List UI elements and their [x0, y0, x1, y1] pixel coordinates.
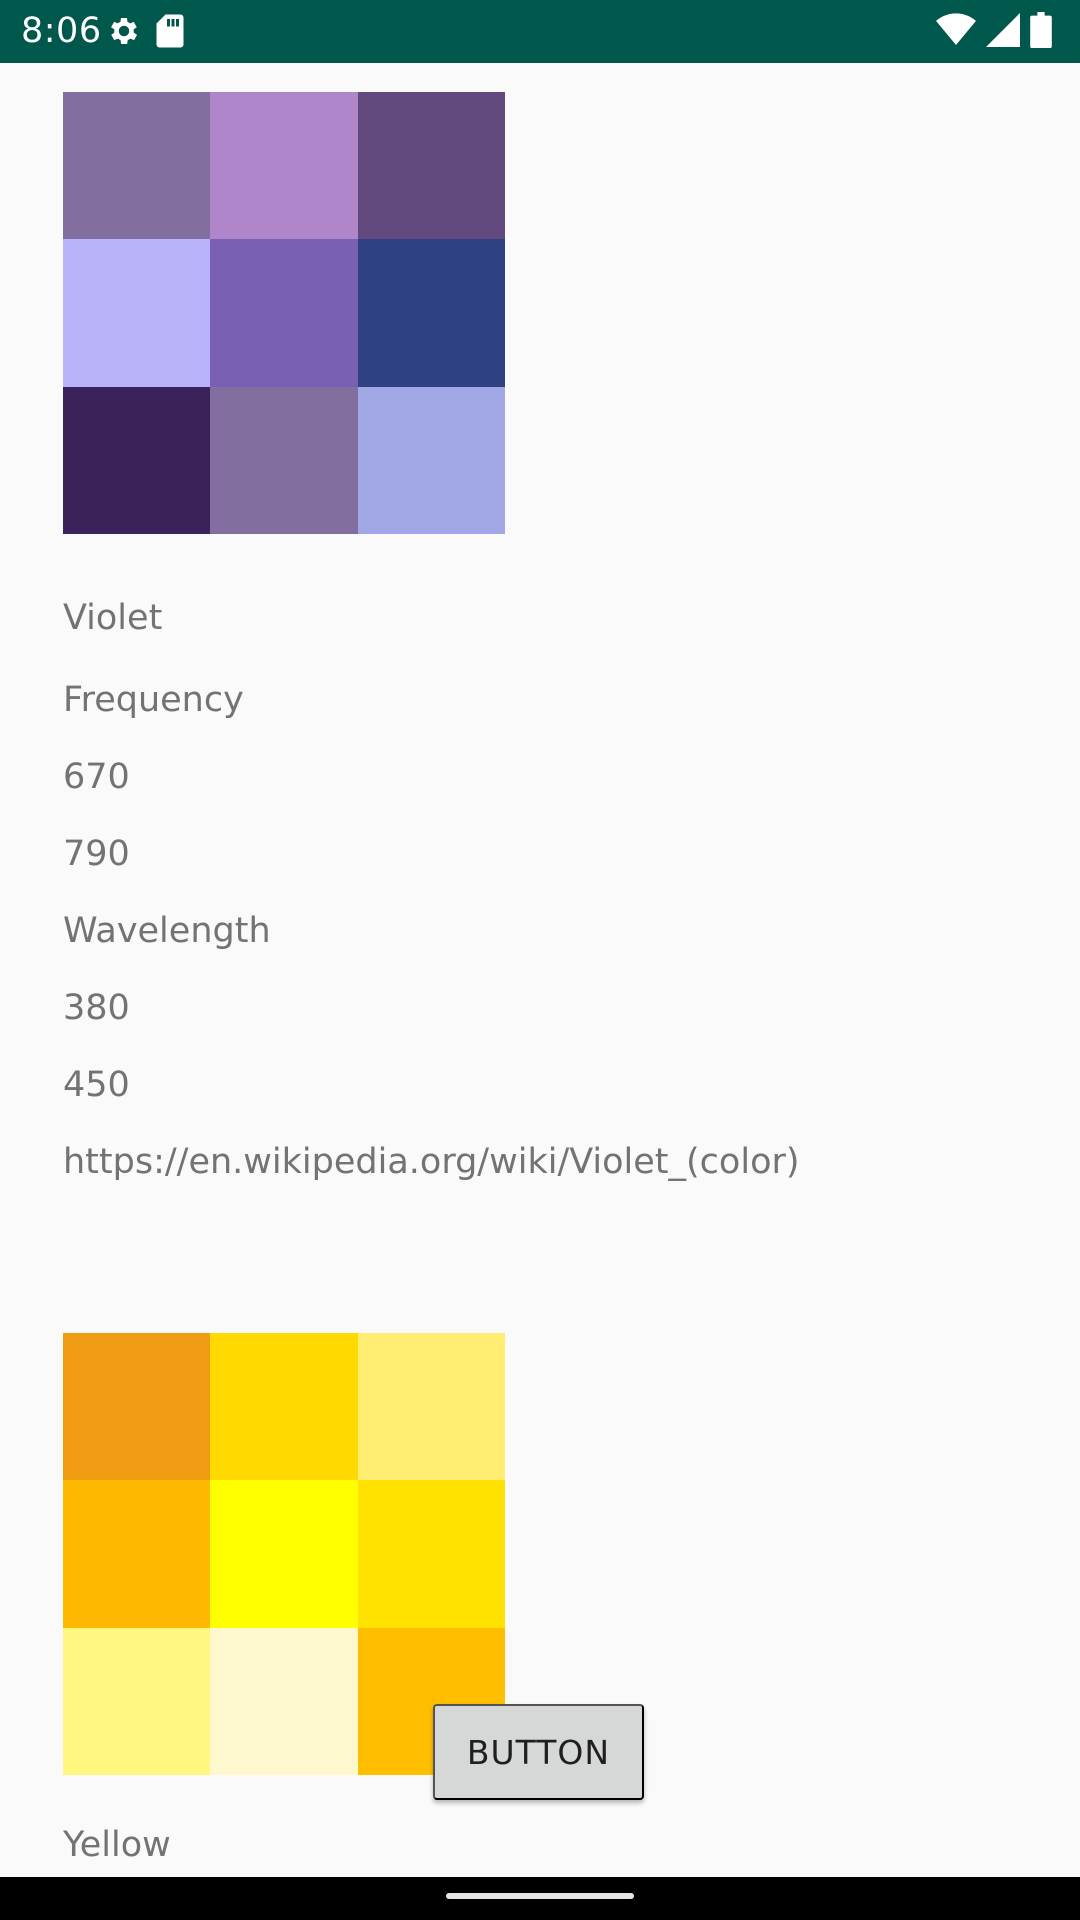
color-name: Violet [63, 598, 163, 638]
swatch [357, 239, 505, 387]
swatch [357, 92, 505, 240]
action-button[interactable]: BUTTON [433, 1704, 644, 1800]
navigation-bar [0, 1877, 1080, 1920]
settings-icon [106, 13, 142, 49]
home-gesture-handle[interactable] [446, 1893, 634, 1899]
violet-details: Violet Frequency 670 790 Wavelength 380 … [63, 580, 800, 1201]
swatch [63, 1480, 211, 1628]
swatch [63, 239, 211, 387]
wiki-link: https://en.wikipedia.org/wiki/Violet_(co… [63, 1142, 800, 1182]
frequency-min: 670 [63, 757, 130, 797]
swatch [210, 239, 358, 387]
swatch [357, 1333, 505, 1481]
wavelength-min: 380 [63, 988, 130, 1028]
violet-swatch-grid [63, 92, 505, 534]
swatch [63, 1627, 211, 1775]
wifi-icon [936, 13, 976, 47]
sd-card-icon [154, 13, 186, 49]
color-name: Yellow [63, 1825, 171, 1865]
battery-icon [1030, 12, 1052, 48]
status-time: 8:06 [21, 11, 102, 51]
swatch [63, 92, 211, 240]
wavelength-label: Wavelength [63, 911, 271, 951]
swatch [210, 92, 358, 240]
swatch [210, 1333, 358, 1481]
color-list[interactable]: Violet Frequency 670 790 Wavelength 380 … [0, 63, 1080, 1877]
wavelength-max: 450 [63, 1065, 130, 1105]
cell-signal-icon [986, 13, 1020, 47]
swatch [210, 1480, 358, 1628]
swatch [357, 1480, 505, 1628]
swatch [63, 1333, 211, 1481]
swatch [210, 386, 358, 534]
swatch [210, 1627, 358, 1775]
frequency-label: Frequency [63, 680, 244, 720]
status-bar: 8:06 [0, 0, 1080, 63]
swatch [357, 386, 505, 534]
swatch [63, 386, 211, 534]
frequency-max: 790 [63, 834, 130, 874]
